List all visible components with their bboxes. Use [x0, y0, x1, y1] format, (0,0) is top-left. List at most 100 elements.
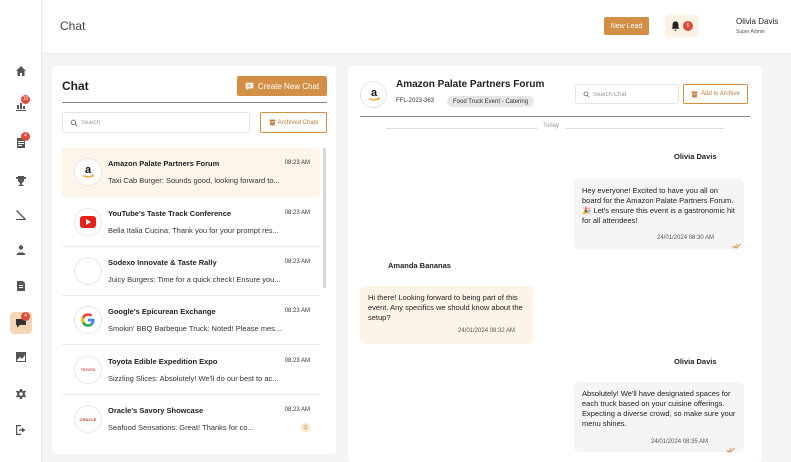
sidebar-item-trophy[interactable]	[10, 170, 32, 192]
message-text: Absolutely! We'll have designated spaces…	[582, 389, 736, 429]
chat-search-box[interactable]	[62, 112, 250, 133]
conversation-search-input[interactable]	[593, 88, 673, 101]
conversation-avatar: a	[360, 81, 387, 108]
archive-icon	[269, 119, 276, 126]
chat-preview: Bella Italia Cucina: Thank you for your …	[108, 226, 279, 235]
chat-list-item[interactable]: ORACLE Oracle's Savory Showcase 08:23 AM…	[62, 395, 320, 444]
unread-count-badge: 2	[301, 423, 310, 432]
chat-time: 08:23 AM	[284, 160, 310, 166]
users-icon	[16, 245, 26, 255]
amazon-logo: a	[74, 158, 102, 186]
chat-list-item[interactable]: Sodexo Innovate & Taste Rally 08:23 AM J…	[62, 247, 320, 296]
chat-time: 08:23 AM	[284, 358, 310, 364]
add-to-archive-button[interactable]: Add to Archive	[683, 84, 748, 104]
invoice-icon	[17, 281, 25, 291]
chat-list-item[interactable]: Google's Epicurean Exchange 08:23 AM Smo…	[62, 296, 320, 345]
message-time: 24/01/2024 08:35 AM	[651, 439, 709, 445]
chat-name: Oracle's Savory Showcase	[108, 406, 204, 415]
read-receipt-icon	[726, 440, 735, 453]
chat-list-title: Chat	[62, 79, 89, 93]
sidebar-item-documents[interactable]: 4	[10, 132, 32, 154]
chat-time: 08:23 AM	[284, 210, 310, 216]
sidebar-item-home[interactable]	[10, 60, 32, 82]
chat-name: Toyota Edible Expedition Expo	[108, 357, 218, 366]
oracle-wordmark: ORACLE	[79, 416, 97, 422]
chat-search-input[interactable]	[81, 116, 241, 130]
date-separator-label: Today	[537, 123, 566, 129]
bell-icon	[671, 21, 680, 31]
user-name[interactable]: Olivia Davis	[736, 17, 778, 26]
sidebar-item-users[interactable]	[10, 239, 32, 261]
sidebar-item-reports[interactable]	[10, 346, 32, 368]
trophy-icon	[16, 176, 26, 186]
sidebar-item-invoice[interactable]	[10, 275, 32, 297]
conversation-search-box[interactable]	[575, 84, 679, 104]
chat-plus-icon	[245, 82, 254, 90]
message-text: Hey everyone! Excited to have you all on…	[582, 186, 735, 226]
chat-name: Sodexo Innovate & Taste Rally	[108, 258, 217, 267]
toyota-wordmark: TOYOTA	[80, 368, 96, 372]
page-title: Chat	[60, 19, 86, 33]
search-icon	[583, 91, 590, 98]
message-sender: Olivia Davis	[674, 152, 717, 161]
message-sender: Amanda Bananas	[388, 261, 451, 270]
sidebar-item-logout[interactable]	[10, 419, 32, 441]
chat-preview: Sizzling Slices: Absolutely! We'll do ou…	[108, 374, 279, 383]
chat-list-item[interactable]: TOYOTA Toyota Edible Expedition Expo 08:…	[62, 346, 320, 395]
reports-icon	[16, 352, 26, 362]
chat-name: Google's Epicurean Exchange	[108, 307, 216, 316]
user-role: Super Admin	[736, 29, 765, 35]
message-text: Hi there! Looking forward to being part …	[368, 293, 523, 323]
search-icon	[70, 119, 78, 127]
create-new-chat-button[interactable]: Create New Chat	[237, 76, 327, 96]
chat-preview: Smokin' BBQ Barbeque Truck: Noted! Pleas…	[108, 324, 282, 333]
toyota-logo: TOYOTA	[74, 356, 102, 384]
sidebar-item-chat[interactable]: 4	[10, 312, 32, 334]
chat-list-item[interactable]: YouTube's Taste Track Conference 08:23 A…	[62, 198, 320, 247]
divider	[62, 102, 327, 103]
sidebar-item-settings[interactable]	[10, 383, 32, 405]
chat-list: a Amazon Palate Partners Forum 08:23 AM …	[62, 148, 320, 454]
chat-list-item[interactable]: a Amazon Palate Partners Forum 08:23 AM …	[62, 148, 320, 197]
message-time: 24/01/2024 08:30 AM	[657, 235, 715, 241]
svg-text:a: a	[370, 87, 377, 99]
message-bubble: Hi there! Looking forward to being part …	[360, 286, 533, 344]
conversation-panel: a Amazon Palate Partners Forum FFL-2023-…	[348, 66, 762, 462]
date-separator: Today	[386, 123, 724, 133]
event-code: FFL-2023-363	[396, 98, 435, 104]
notification-count-badge: 5	[683, 21, 693, 31]
documents-badge: 4	[21, 132, 30, 141]
notifications-button[interactable]: 5	[665, 15, 699, 37]
svg-text:a: a	[85, 164, 92, 176]
sidebar-item-tools[interactable]	[10, 204, 32, 226]
tools-icon	[16, 210, 26, 220]
archived-chats-label: Archived Chats	[277, 119, 319, 126]
chat-list-panel: Chat Create New Chat Archived Chats a Am…	[52, 66, 336, 454]
home-icon	[16, 66, 26, 76]
chat-time: 08:23 AM	[284, 308, 310, 314]
chat-name: Amazon Palate Partners Forum	[108, 159, 220, 168]
sidebar-item-leads[interactable]: 10	[10, 95, 32, 117]
read-receipt-icon	[732, 236, 741, 249]
archived-chats-button[interactable]: Archived Chats	[260, 112, 327, 133]
chat-time: 08:23 AM	[284, 407, 310, 413]
chat-list-scrollbar[interactable]	[323, 148, 326, 288]
youtube-logo	[74, 208, 102, 236]
create-new-chat-label: Create New Chat	[257, 81, 320, 91]
chat-preview: Seafood Sensations: Great! Thanks for co…	[108, 423, 254, 432]
message-time: 24/01/2024 08:32 AM	[458, 328, 516, 334]
message-sender: Olivia Davis	[674, 357, 717, 366]
logout-icon	[16, 425, 26, 435]
google-logo	[74, 306, 102, 334]
sidebar: 10 4 4	[0, 0, 42, 462]
chat-preview: Juicy Burgers: Time for a quick check! E…	[108, 275, 281, 284]
sodexo-logo	[74, 257, 102, 285]
oracle-logo: ORACLE	[74, 405, 102, 433]
amazon-logo: a	[368, 87, 380, 101]
leads-badge: 10	[21, 95, 30, 104]
conversation-title: Amazon Palate Partners Forum	[396, 79, 545, 90]
new-lead-button[interactable]: New Lead	[604, 17, 649, 35]
top-header: Chat New Lead 5 Olivia Davis Super Admin	[43, 0, 791, 54]
chat-time: 08:23 AM	[284, 259, 310, 265]
add-to-archive-label: Add to Archive	[701, 91, 740, 97]
